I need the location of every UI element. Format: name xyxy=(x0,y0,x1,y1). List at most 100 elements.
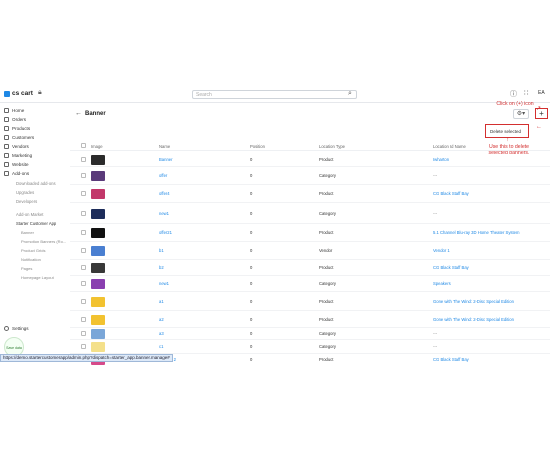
banner-location-name[interactable]: Gone with The Wind: 2-Disc Special Editi… xyxy=(433,317,514,322)
banner-thumbnail[interactable] xyxy=(91,246,105,256)
table-row[interactable]: a1 0 Product Gone with The Wind: 2-Disc Spe… xyxy=(70,292,550,311)
banner-location-name[interactable]: --- xyxy=(433,211,437,216)
banner-location-name[interactable]: CG Black Staff Bay xyxy=(433,357,469,362)
column-header-name[interactable]: Name xyxy=(159,144,170,149)
row-checkbox[interactable] xyxy=(81,331,86,336)
sidebar-subitem-starter-app[interactable]: Starter Customer App xyxy=(16,221,56,226)
cs-cart-logo[interactable]: cs cart xyxy=(4,90,33,97)
banner-location-name[interactable]: --- xyxy=(433,331,437,336)
banner-location-name[interactable]: CG Black Staff Bay xyxy=(433,265,469,270)
banner-location-name[interactable]: Iwharton xyxy=(433,157,449,162)
table-row[interactable]: offer21 0 Product 5.1 Channel Blu-ray 3D Ho… xyxy=(70,224,550,242)
table-row[interactable]: c1 0 Category --- xyxy=(70,340,550,354)
banner-location-name[interactable]: --- xyxy=(433,344,437,349)
banner-name-link[interactable]: Banner xyxy=(159,157,173,162)
row-checkbox[interactable] xyxy=(81,173,86,178)
sidebar-subitem-addon-market[interactable]: Add-on Market xyxy=(16,212,43,217)
table-row[interactable]: offer 0 Category --- xyxy=(70,167,550,185)
banner-thumbnail[interactable] xyxy=(91,154,105,165)
help-icon[interactable]: ⓘ xyxy=(510,89,517,99)
search-input[interactable]: Search xyxy=(192,90,357,99)
row-checkbox[interactable] xyxy=(81,281,86,286)
table-row[interactable]: new1 0 Category Speakers xyxy=(70,276,550,292)
banner-thumbnail[interactable] xyxy=(91,228,105,238)
delete-selected-menu-item[interactable]: Delete selected xyxy=(490,129,521,134)
banner-name-link[interactable]: b1 xyxy=(159,248,164,253)
banner-thumbnail[interactable] xyxy=(91,279,105,289)
banner-name-link[interactable]: a1 xyxy=(159,299,164,304)
table-row[interactable]: a3 0 Category --- xyxy=(70,328,550,340)
user-avatar[interactable]: EA xyxy=(538,90,545,96)
sidebar-item-vendors[interactable]: Vendors xyxy=(4,144,29,149)
table-row[interactable]: offer4 0 Product CG Black Staff Bay xyxy=(70,185,550,203)
table-row[interactable]: b2 0 Product CG Black Staff Bay xyxy=(70,260,550,276)
sidebar-subitem-banner[interactable]: Banner xyxy=(21,230,34,235)
banner-name-link[interactable]: new1 xyxy=(159,281,169,286)
search-icon[interactable]: ⌕ xyxy=(348,90,352,98)
sidebar-subitem-pages[interactable]: Pages xyxy=(21,266,32,271)
sidebar-subitem-homepage-layout[interactable]: Homepage Layout xyxy=(21,275,54,280)
select-all-checkbox[interactable] xyxy=(81,143,86,148)
row-checkbox[interactable] xyxy=(81,156,86,162)
banner-name-link[interactable]: new1 xyxy=(159,211,169,216)
row-checkbox[interactable] xyxy=(81,230,86,235)
table-row[interactable]: new1 0 Category --- xyxy=(70,203,550,224)
banner-thumbnail[interactable] xyxy=(91,314,105,325)
sidebar-item-orders[interactable]: Orders xyxy=(4,117,26,122)
sidebar-item-customers[interactable]: Customers xyxy=(4,135,34,140)
table-row[interactable]: Banner 0 Product Iwharton xyxy=(70,152,550,167)
row-checkbox[interactable] xyxy=(81,344,86,349)
banner-name-link[interactable]: offer21 xyxy=(159,230,172,235)
banner-thumbnail[interactable] xyxy=(91,208,105,219)
sidebar-item-website[interactable]: Website xyxy=(4,162,29,167)
sidebar-item-addons[interactable]: Add-ons xyxy=(4,171,29,176)
row-checkbox[interactable] xyxy=(81,191,86,196)
banner-thumbnail[interactable] xyxy=(91,171,105,181)
row-checkbox[interactable] xyxy=(81,210,86,216)
banner-thumbnail[interactable] xyxy=(91,329,105,339)
banner-name-link[interactable]: b2 xyxy=(159,265,164,270)
banner-thumbnail[interactable] xyxy=(91,263,105,273)
banner-thumbnail[interactable] xyxy=(91,189,105,199)
row-checkbox[interactable] xyxy=(81,265,86,270)
sidebar-subitem-product-grids[interactable]: Product Grids xyxy=(21,248,45,253)
banner-name-link[interactable]: offer4 xyxy=(159,191,170,196)
sidebar-subitem-upgrades[interactable]: Upgrades xyxy=(16,190,34,195)
row-checkbox[interactable] xyxy=(81,316,86,322)
banner-name-link[interactable]: a3 xyxy=(159,331,164,336)
sidebar-item-home[interactable]: Home xyxy=(4,108,24,113)
sidebar-item-marketing[interactable]: Marketing xyxy=(4,153,32,158)
table-row[interactable]: b1 0 Vendor Vendor 1 xyxy=(70,242,550,260)
column-header-position[interactable]: Position xyxy=(250,144,265,149)
back-arrow-icon[interactable]: ← xyxy=(75,110,82,117)
lock-icon[interactable]: 🔒︎ xyxy=(38,89,42,97)
sidebar-subitem-promotion-banners[interactable]: Promotion Banners (Ro... xyxy=(21,239,66,244)
banner-location-name[interactable]: 5.1 Channel Blu-ray 3D Home Theater Syst… xyxy=(433,230,520,235)
banner-thumbnail[interactable] xyxy=(91,296,105,307)
sidebar-subitem-developers[interactable]: Developers xyxy=(16,199,37,204)
banner-location-name[interactable]: --- xyxy=(433,173,437,178)
row-checkbox[interactable] xyxy=(81,298,86,304)
sidebar-subitem-downloaded[interactable]: Downloaded add-ons xyxy=(16,181,56,186)
gear-dropdown-menu: Delete selected xyxy=(485,124,529,138)
banner-thumbnail[interactable] xyxy=(91,342,105,352)
banner-name-link[interactable]: c1 xyxy=(159,344,163,349)
table-row[interactable]: a2 0 Product Gone with The Wind: 2-Disc Spe… xyxy=(70,311,550,328)
sidebar-item-settings[interactable]: Settings xyxy=(4,326,29,331)
banner-location-name[interactable]: CG Black Staff Bay xyxy=(433,191,469,196)
column-header-image: Image xyxy=(91,144,103,149)
banner-name-link[interactable]: offer xyxy=(159,173,167,178)
banner-name-link[interactable]: a2 xyxy=(159,317,164,322)
banner-location-name[interactable]: Speakers xyxy=(433,281,451,286)
sidebar-item-label: Customers xyxy=(12,135,35,140)
bell-icon[interactable]: ∷ xyxy=(524,89,528,97)
row-checkbox[interactable] xyxy=(81,248,86,253)
banner-location-name[interactable]: Vendor 1 xyxy=(433,248,450,253)
sidebar-subitem-notification[interactable]: Notification xyxy=(21,257,41,262)
column-header-location-type[interactable]: Location Type xyxy=(319,144,345,149)
top-bar: cs cart 🔒︎ Search ⌕ ⓘ ∷ EA xyxy=(0,85,550,103)
column-header-location-id-name[interactable]: Location Id Name xyxy=(433,144,466,149)
banner-location-name[interactable]: Gone with The Wind: 2-Disc Special Editi… xyxy=(433,299,514,304)
sidebar-item-products[interactable]: Products xyxy=(4,126,30,131)
gear-dropdown-button[interactable]: ⚙▾ xyxy=(513,109,529,119)
